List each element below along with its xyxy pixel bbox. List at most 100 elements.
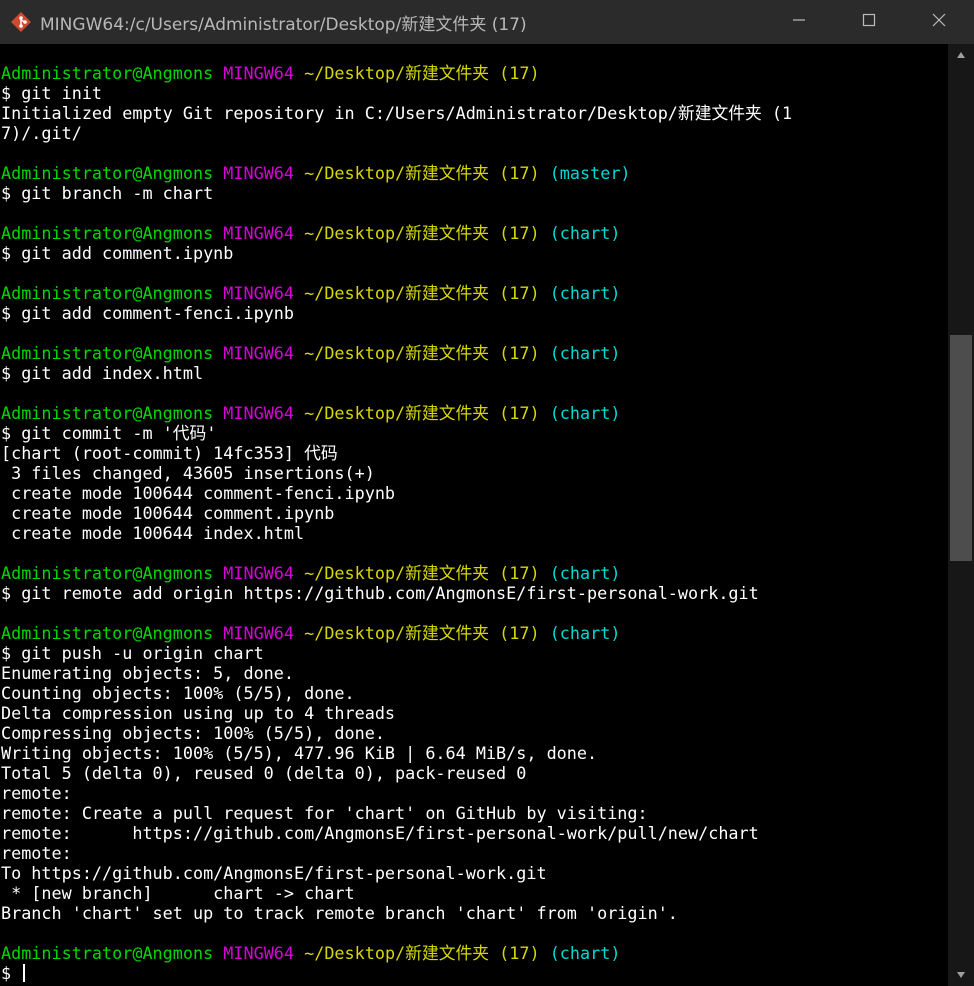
prompt-env: MINGW64 [223,943,295,963]
line-text: Initialized empty Git repository in C:/U… [1,103,793,123]
prompt-branch: (master) [549,163,631,183]
prompt-env: MINGW64 [223,343,295,363]
prompt-user: Administrator@Angmons [1,623,214,643]
scroll-down-button[interactable] [948,964,974,986]
prompt-line: Administrator@Angmons MINGW64 ~/Desktop/… [1,63,792,83]
prompt-line: Administrator@Angmons MINGW64 ~/Desktop/… [1,223,792,243]
prompt-user: Administrator@Angmons [1,943,214,963]
terminal-output[interactable]: Administrator@Angmons MINGW64 ~/Desktop/… [0,44,948,986]
prompt-path: ~/Desktop/新建文件夹 (17) [304,63,540,83]
line-text: remote: [1,783,72,803]
output-line: Counting objects: 100% (5/5), done. [1,683,792,703]
line-text: Enumerating objects: 5, done. [1,663,294,683]
line-text: $ git add comment.ipynb [1,243,234,263]
prompt-line: Administrator@Angmons MINGW64 ~/Desktop/… [1,283,792,303]
line-text: Writing objects: 100% (5/5), 477.96 KiB … [1,743,598,763]
output-line: $ git commit -m '代码' [1,423,792,443]
output-line: remote: [1,783,792,803]
line-text: remote: Create a pull request for 'chart… [1,803,648,823]
prompt-env: MINGW64 [223,623,295,643]
output-line: [chart (root-commit) 14fc353] 代码 [1,443,792,463]
prompt-line: Administrator@Angmons MINGW64 ~/Desktop/… [1,403,792,423]
close-button[interactable] [904,0,974,44]
prompt-user: Administrator@Angmons [1,563,214,583]
prompt-line: Administrator@Angmons MINGW64 ~/Desktop/… [1,563,792,583]
window-controls [764,0,974,44]
output-line: 7)/.git/ [1,123,792,143]
prompt-env: MINGW64 [223,223,295,243]
window-title: MINGW64:/c/Users/Administrator/Desktop/新… [40,14,527,35]
output-line: $ git push -u origin chart [1,643,792,663]
line-text: remote: [1,843,72,863]
prompt-path: ~/Desktop/新建文件夹 (17) [304,223,540,243]
line-text: create mode 100644 comment-fenci.ipynb [1,483,396,503]
line-text: Total 5 (delta 0), reused 0 (delta 0), p… [1,763,527,783]
prompt-path: ~/Desktop/新建文件夹 (17) [304,343,540,363]
line-text: Delta compression using up to 4 threads [1,703,396,723]
prompt-user: Administrator@Angmons [1,163,214,183]
output-line: Delta compression using up to 4 threads [1,703,792,723]
vertical-scrollbar[interactable] [948,44,974,986]
prompt-path: ~/Desktop/新建文件夹 (17) [304,163,540,183]
input-prompt-symbol: $ [1,963,22,983]
prompt-user: Administrator@Angmons [1,63,214,83]
prompt-env: MINGW64 [223,563,295,583]
prompt-branch: (chart) [549,943,621,963]
line-text: $ git branch -m chart [1,183,214,203]
output-line: remote: Create a pull request for 'chart… [1,803,792,823]
command-input-line[interactable]: $ [1,963,792,983]
maximize-button[interactable] [834,0,904,44]
output-line: remote: [1,843,792,863]
prompt-user: Administrator@Angmons [1,283,214,303]
output-line: * [new branch] chart -> chart [1,883,792,903]
line-text: Branch 'chart' set up to track remote br… [1,903,678,923]
line-text: create mode 100644 comment.ipynb [1,503,335,523]
prompt-user: Administrator@Angmons [1,403,214,423]
prompt-branch: (chart) [549,283,621,303]
close-icon [931,12,947,33]
prompt-env: MINGW64 [223,283,295,303]
line-text: create mode 100644 index.html [1,523,305,543]
caret-down-icon [956,966,966,984]
scrollbar-thumb[interactable] [950,334,972,561]
line-text: [chart (root-commit) 14fc353] 代码 [1,443,338,463]
output-line: remote: https://github.com/AngmonsE/firs… [1,823,792,843]
scroll-up-button[interactable] [948,44,974,66]
prompt-branch: (chart) [549,223,621,243]
line-text: remote: https://github.com/AngmonsE/firs… [1,823,759,843]
output-line: Compressing objects: 100% (5/5), done. [1,723,792,743]
git-bash-icon [10,11,32,33]
output-line: Writing objects: 100% (5/5), 477.96 KiB … [1,743,792,763]
line-text: $ git push -u origin chart [1,643,264,663]
line-text: To https://github.com/AngmonsE/first-per… [1,863,547,883]
line-text: * [new branch] chart -> chart [1,883,355,903]
caret-up-icon [956,46,966,64]
line-text: Counting objects: 100% (5/5), done. [1,683,355,703]
output-line: To https://github.com/AngmonsE/first-per… [1,863,792,883]
output-line: Total 5 (delta 0), reused 0 (delta 0), p… [1,763,792,783]
output-line: $ git add index.html [1,363,792,383]
output-line: $ git init [1,83,792,103]
title-bar[interactable]: MINGW64:/c/Users/Administrator/Desktop/新… [0,0,974,44]
prompt-env: MINGW64 [223,163,295,183]
prompt-line: Administrator@Angmons MINGW64 ~/Desktop/… [1,163,792,183]
line-text: $ git init [1,83,103,103]
prompt-branch: (chart) [549,563,621,583]
prompt-line: Administrator@Angmons MINGW64 ~/Desktop/… [1,343,792,363]
line-text: Compressing objects: 100% (5/5), done. [1,723,385,743]
output-line: Initialized empty Git repository in C:/U… [1,103,792,123]
output-line: $ git branch -m chart [1,183,792,203]
minimize-button[interactable] [764,0,834,44]
line-text: $ git commit -m '代码' [1,423,217,443]
minimize-icon [791,12,807,33]
output-line: $ git remote add origin https://github.c… [1,583,792,603]
prompt-path: ~/Desktop/新建文件夹 (17) [304,563,540,583]
